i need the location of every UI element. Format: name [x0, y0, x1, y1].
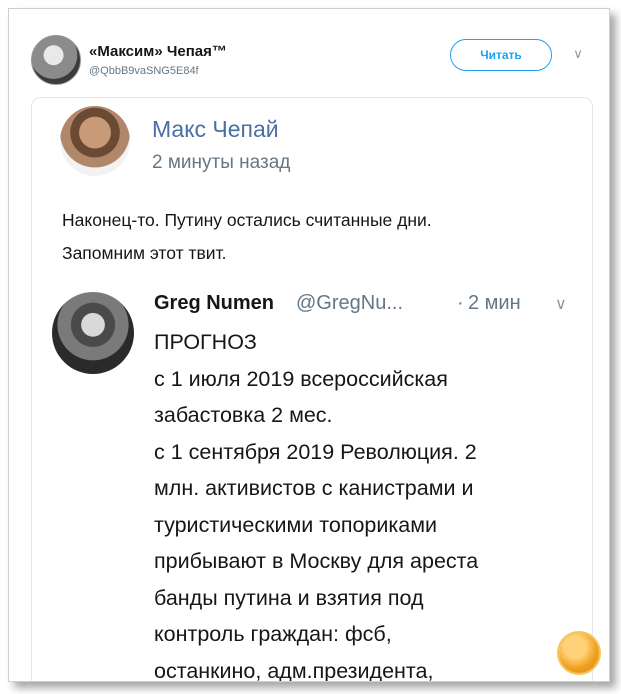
quoted-text-line: туристическими топориками [154, 512, 438, 537]
quoted-text-line: с 1 июля 2019 всероссийская [154, 366, 448, 391]
account-name[interactable]: «Максим» Чепая™ [89, 43, 227, 60]
quoted-author-handle[interactable]: @GregNu... [296, 292, 403, 315]
chevron-down-icon[interactable]: ∨ [571, 47, 585, 61]
post-text-line: Наконец-то. Путину остались считанные дн… [62, 210, 432, 230]
account-handle[interactable]: @QbbB9vaSNG5E84f [89, 65, 199, 77]
post-author-avatar[interactable] [60, 106, 130, 176]
quoted-text-line: ПРОГНОЗ [154, 330, 257, 354]
quoted-text-line: с 1 сентября 2019 Революция. 2 [154, 439, 477, 464]
separator-dot: · [457, 292, 464, 314]
screenshot-frame: «Максим» Чепая™ @QbbB9vaSNG5E84f Читать … [8, 8, 610, 682]
quoted-text-line: останкино, адм.президента, [154, 658, 434, 682]
avatar[interactable] [31, 35, 81, 85]
quoted-tweet-text: ПРОГНОЗ с 1 июля 2019 всероссийская заба… [154, 324, 574, 682]
quoted-timestamp[interactable]: 2 мин [468, 292, 521, 315]
post-author-name[interactable]: Макс Чепай [152, 116, 279, 143]
chevron-down-icon[interactable]: ∨ [555, 294, 567, 314]
post-text: Наконец-то. Путину остались считанные дн… [62, 204, 572, 270]
quoted-text-line: забастовка 2 мес. [154, 403, 333, 427]
quoted-text-line: млн. активистов с канистрами и [154, 476, 474, 500]
quoted-text-line: контроль граждан: фсб, [154, 622, 392, 646]
post-text-line: Запомним этот твит. [62, 243, 227, 263]
quoted-text-line: прибывают в Москву для ареста [154, 549, 479, 573]
embedded-post-card: Макс Чепай 2 минуты назад Наконец-то. Пу… [31, 97, 593, 682]
quoted-author-name[interactable]: Greg Numen [154, 292, 274, 315]
site-logo-watermark [559, 633, 599, 673]
follow-button[interactable]: Читать [450, 39, 552, 71]
post-timestamp[interactable]: 2 минуты назад [152, 152, 290, 174]
quoted-author-avatar[interactable] [52, 292, 134, 374]
quoted-text-line: банды путина и взятия под [154, 585, 424, 610]
